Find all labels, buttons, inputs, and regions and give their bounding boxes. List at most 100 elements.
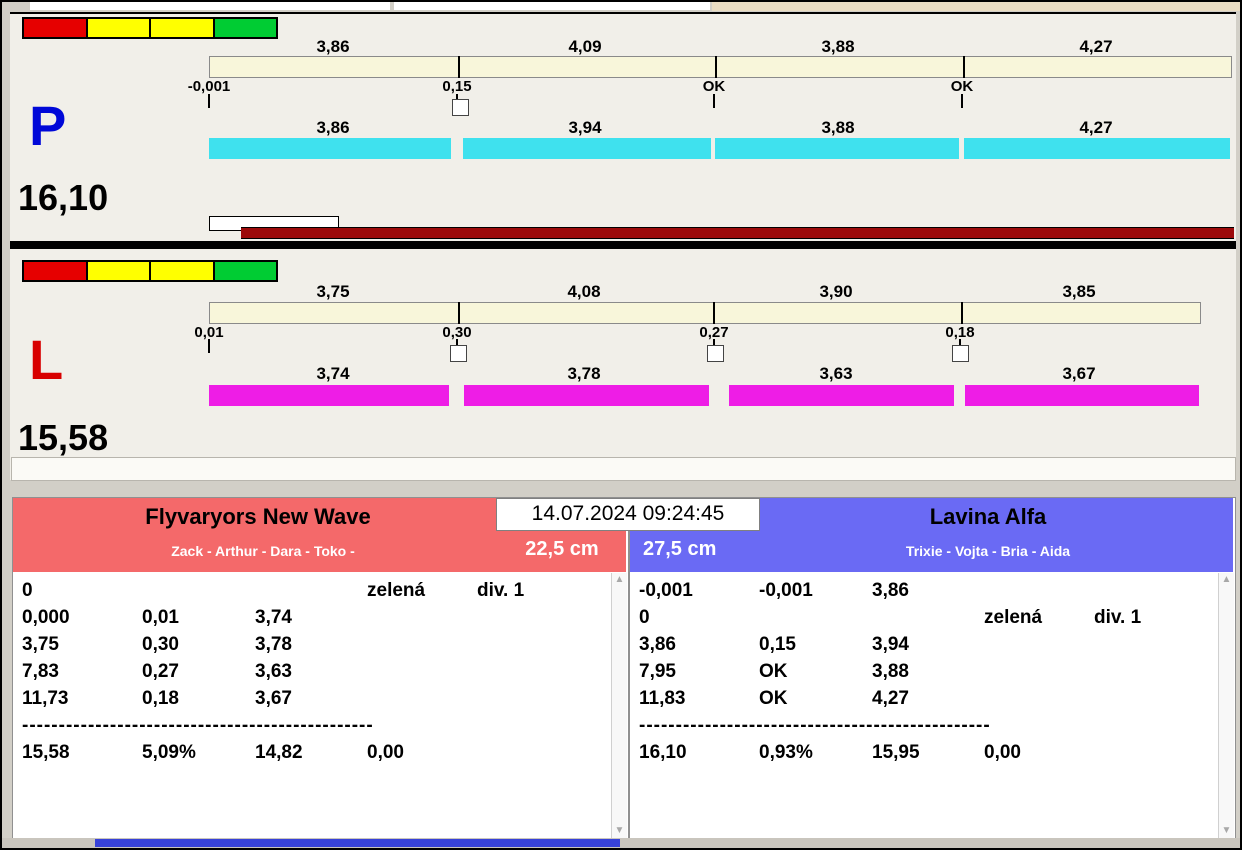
result-cell: 3,63: [255, 661, 367, 688]
result-row: 7,830,273,63: [22, 661, 618, 688]
result-cell: [142, 580, 255, 607]
result-cell: 3,88: [872, 661, 984, 688]
result-row: 7,95OK3,88: [639, 661, 1225, 688]
p-lower-split-2: 3,94: [525, 118, 645, 138]
status-light-yellow-icon: [88, 19, 150, 37]
scroll-up-icon[interactable]: ▲: [1219, 573, 1234, 587]
result-row: 11,83OK4,27: [639, 688, 1225, 715]
p-lower-split-4: 4,27: [1036, 118, 1156, 138]
result-cell: 11,73: [22, 688, 142, 715]
result-cell: 7,95: [639, 661, 759, 688]
tick-mark: [208, 339, 210, 353]
results-text-right[interactable]: -0,001-0,0013,86 0zelenádiv. 1 3,860,153…: [630, 572, 1225, 845]
bottom-strip: [2, 838, 1240, 848]
result-cell: [477, 688, 618, 715]
scroll-up-icon[interactable]: ▲: [612, 573, 627, 587]
tick-mark: [961, 94, 963, 108]
p-mark-4: OK: [907, 78, 1017, 95]
l-upper-split-1: 3,75: [273, 282, 393, 302]
status-light-red-icon: [24, 19, 86, 37]
bar-divider: [963, 56, 965, 78]
result-cell: 3,94: [872, 634, 984, 661]
p-time-bar-segment: [715, 138, 959, 159]
scroll-down-icon[interactable]: ▼: [612, 824, 627, 838]
result-cell: [477, 634, 618, 661]
p-time-bar-segment: [209, 138, 451, 159]
fault-checkbox[interactable]: [707, 345, 724, 362]
result-cell: 0,27: [142, 661, 255, 688]
result-cell: 0,18: [142, 688, 255, 715]
result-cell: 3,86: [872, 580, 984, 607]
p-time-bar-segment: [463, 138, 711, 159]
result-cell: 11,83: [639, 688, 759, 715]
result-cell: 4,27: [872, 688, 984, 715]
scroll-down-icon[interactable]: ▼: [1219, 824, 1234, 838]
p-lower-split-3: 3,88: [778, 118, 898, 138]
p-upper-split-4: 4,27: [1036, 37, 1156, 57]
result-cell: [759, 607, 872, 634]
team-panel-right: Lavina Alfa Trixie - Vojta - Bria - Aida…: [629, 497, 1236, 840]
status-lights-l: [22, 260, 278, 282]
result-cell: 0,01: [142, 607, 255, 634]
result-cell: [984, 661, 1094, 688]
lane-letter-p: P: [29, 98, 66, 154]
summary-cell: 0,93%: [759, 742, 872, 769]
result-cell: [367, 607, 477, 634]
separator-dashes: ----------------------------------------…: [639, 715, 991, 736]
result-row: 3,750,303,78: [22, 634, 618, 661]
bar-divider: [715, 56, 717, 78]
p-measure-bar: [209, 56, 1232, 78]
result-cell: [984, 634, 1094, 661]
result-cell: -0,001: [759, 580, 872, 607]
summary-cell: 0,00: [367, 742, 477, 769]
team-name: Lavina Alfa: [748, 504, 1228, 530]
fault-checkbox[interactable]: [450, 345, 467, 362]
l-lower-split-3: 3,63: [776, 364, 896, 384]
bottom-progress-blue: [95, 839, 620, 847]
result-cell: 0,000: [22, 607, 142, 634]
result-cell: 0: [639, 607, 759, 634]
section-divider: [10, 241, 1236, 249]
result-cell: 3,74: [255, 607, 367, 634]
result-cell: 0,15: [759, 634, 872, 661]
result-cell: 3,78: [255, 634, 367, 661]
status-light-green-icon: [215, 262, 277, 280]
result-cell: 3,67: [255, 688, 367, 715]
l-lower-split-1: 3,74: [273, 364, 393, 384]
top-window-strip-left: [30, 2, 390, 10]
l-time-bar-segment: [209, 385, 449, 406]
p-upper-split-1: 3,86: [273, 37, 393, 57]
summary-cell: 5,09%: [142, 742, 255, 769]
l-measure-bar: [209, 302, 1201, 324]
result-row: 0zelenádiv. 1: [639, 607, 1225, 634]
summary-cell: 15,95: [872, 742, 984, 769]
results-scrollbar[interactable]: ▲ ▼: [1218, 573, 1234, 838]
status-light-yellow2-icon: [151, 262, 213, 280]
fault-checkbox[interactable]: [952, 345, 969, 362]
results-text-left[interactable]: 0zelenádiv. 1 0,0000,013,74 3,750,303,78…: [13, 572, 618, 845]
result-cell: [872, 607, 984, 634]
p-lower-split-1: 3,86: [273, 118, 393, 138]
result-cell: -0,001: [639, 580, 759, 607]
team-panel-left: Flyvaryors New Wave Zack - Arthur - Dara…: [12, 497, 629, 840]
result-cell: [477, 607, 618, 634]
l-upper-split-4: 3,85: [1019, 282, 1139, 302]
l-time-bar-segment: [965, 385, 1199, 406]
p-upper-split-2: 4,09: [525, 37, 645, 57]
results-scrollbar[interactable]: ▲ ▼: [611, 573, 627, 838]
lane-panel-p: 3,86 4,09 3,88 4,27 -0,001 0,15 OK OK 3,…: [10, 12, 1236, 243]
p-mark-2: 0,15: [402, 78, 512, 95]
p-time-bar-segment: [964, 138, 1230, 159]
result-cell: [477, 661, 618, 688]
result-row: 0zelenádiv. 1: [22, 580, 618, 607]
result-cell: OK: [759, 661, 872, 688]
status-lights-p: [22, 17, 278, 39]
team-members: Trixie - Vojta - Bria - Aida: [748, 543, 1228, 559]
result-cell: [1094, 661, 1225, 688]
result-cell: zelená: [984, 607, 1094, 634]
fault-checkbox[interactable]: [452, 99, 469, 116]
result-cell: [984, 580, 1094, 607]
jump-height: 22,5 cm: [506, 538, 618, 561]
status-light-yellow2-icon: [151, 19, 213, 37]
separator-line: ----------------------------------------…: [639, 715, 1225, 742]
